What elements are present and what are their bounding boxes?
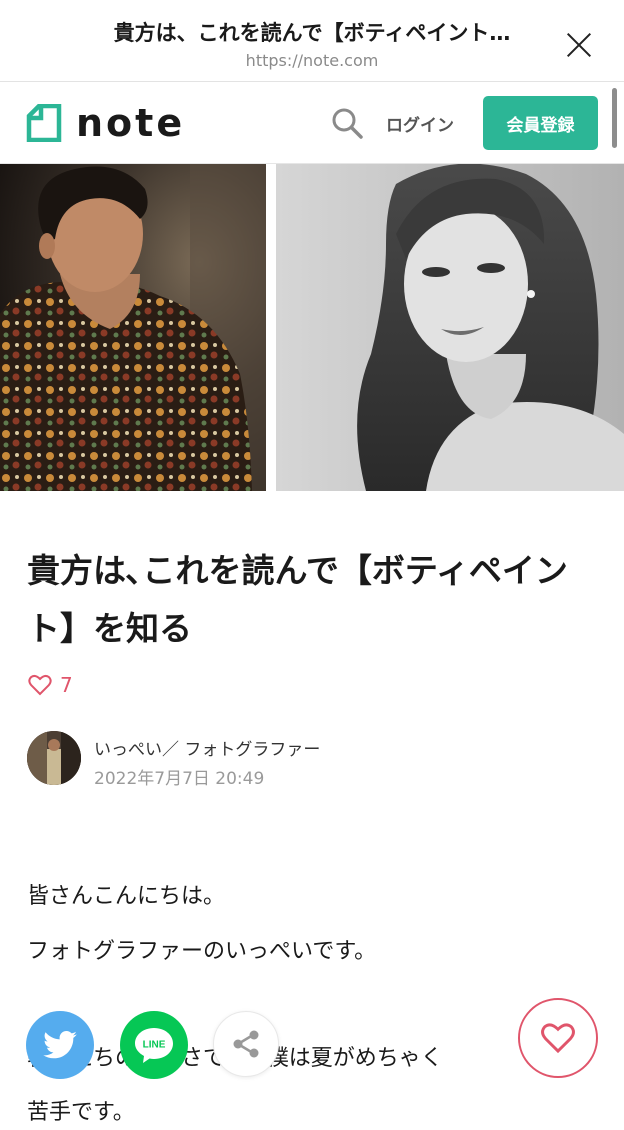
like-counter[interactable]: 7: [28, 672, 73, 698]
site-header: note ログイン 会員登録: [0, 82, 624, 164]
close-icon[interactable]: [562, 28, 596, 62]
login-link[interactable]: ログイン: [386, 111, 454, 136]
heart-outline-icon: [541, 1023, 575, 1054]
body-paragraph: 皆さんこんにちは。: [27, 884, 226, 909]
model-portrait-photo: [276, 164, 624, 491]
note-logo[interactable]: note: [26, 100, 185, 146]
scroll-indicator: [612, 88, 617, 148]
author-avatar[interactable]: [27, 731, 81, 785]
signup-button[interactable]: 会員登録: [483, 96, 598, 150]
browser-page-title: 貴方は、これを読んで【ボティペイント…: [113, 21, 511, 45]
line-share-button[interactable]: LINE: [120, 1011, 188, 1079]
body-paragraph: フォトグラファーのいっぺいです。: [27, 939, 377, 964]
line-logo-icon: LINE: [135, 1028, 173, 1063]
twitter-bird-icon: [43, 1031, 77, 1059]
browser-bar: 貴方は、これを読んで【ボティペイント… https://note.com: [0, 0, 624, 82]
publish-date: 2022年7月7日 20:49: [94, 769, 265, 789]
twitter-share-button[interactable]: [26, 1011, 94, 1079]
like-button[interactable]: [518, 998, 598, 1078]
heart-outline-icon: [28, 674, 52, 696]
share-button[interactable]: [213, 1011, 279, 1077]
body-paragraph: 苦手です。: [27, 1100, 135, 1125]
note-logo-icon: [26, 104, 62, 142]
like-count: 7: [60, 673, 73, 697]
browser-url: https://note.com: [245, 51, 379, 70]
share-icon: [233, 1030, 259, 1058]
photographer-portrait-photo: [0, 164, 266, 491]
line-label: LINE: [143, 1040, 166, 1051]
logo-wordmark: note: [76, 101, 186, 145]
article-header-image: [0, 164, 624, 491]
article-title: 貴方は､これを読んで【ボティペイント】を知る: [27, 551, 568, 648]
search-icon[interactable]: [330, 106, 364, 140]
author-name[interactable]: いっぺい／ フォトグラファー: [94, 735, 320, 760]
